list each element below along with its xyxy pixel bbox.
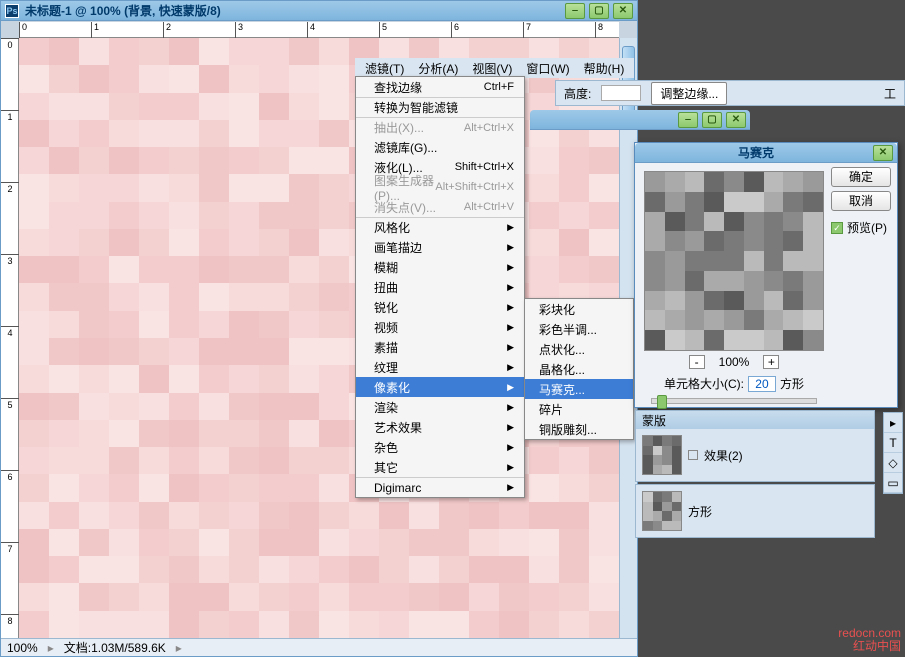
titlebar[interactable]: Ps 未标题-1 @ 100% (背景, 快速蒙版/8) ‒ ▢ ✕	[1, 1, 637, 21]
status-bar: 100% ▸ 文档:1.03M/589.6K ▸	[1, 638, 637, 656]
menu-item[interactable]: 转换为智能滤镜	[356, 97, 524, 117]
zoom-in-button[interactable]: +	[763, 355, 779, 369]
preview-area[interactable]	[644, 171, 824, 351]
layer-thumbnail[interactable]	[642, 491, 682, 531]
menu-item[interactable]: 模糊▶	[356, 257, 524, 277]
dialog-title: 马赛克	[639, 144, 873, 161]
cell-size-label: 单元格大小(C):	[664, 375, 744, 392]
tool-type-icon[interactable]: T	[884, 433, 902, 453]
app-icon: Ps	[5, 4, 19, 18]
checkbox-icon[interactable]	[688, 450, 698, 460]
submenu-item[interactable]: 彩色半调...	[525, 319, 633, 339]
menu-item[interactable]: 杂色▶	[356, 437, 524, 457]
height-input[interactable]	[601, 85, 641, 101]
cell-size-input[interactable]	[748, 376, 776, 392]
tool-arrow-icon[interactable]: ▸	[884, 413, 902, 433]
maximize-button[interactable]: ▢	[702, 112, 722, 128]
layer-unit: 方形	[688, 503, 712, 520]
menu-item[interactable]: 素描▶	[356, 337, 524, 357]
document-title: 未标题-1 @ 100% (背景, 快速蒙版/8)	[25, 2, 565, 19]
document-window-2: ‒ ▢ ✕	[530, 110, 750, 136]
check-icon: ✓	[831, 222, 843, 234]
pixelate-submenu: 彩块化彩色半调...点状化...晶格化...马赛克...碎片铜版雕刻...	[524, 298, 634, 440]
layer-panel: 方形	[635, 484, 875, 538]
cancel-button[interactable]: 取消	[831, 191, 891, 211]
submenu-item[interactable]: 马赛克...	[525, 379, 633, 399]
preview-checkbox[interactable]: ✓ 预览(P)	[831, 219, 891, 236]
slider-thumb[interactable]	[657, 395, 667, 409]
zoom-level[interactable]: 100%	[7, 641, 38, 655]
dialog-close-button[interactable]: ✕	[873, 145, 893, 161]
submenu-item[interactable]: 碎片	[525, 399, 633, 419]
height-label: 高度:	[564, 85, 591, 102]
mosaic-dialog: 马赛克 ✕ - 100% + 单元格大小(C): 方形 确定 取消 ✓ 预览(P…	[634, 142, 898, 408]
preview-label: 预览(P)	[847, 219, 887, 236]
menu-item[interactable]: 窗口(W)	[520, 58, 575, 79]
minimize-button[interactable]: ‒	[565, 3, 585, 19]
zoom-out-button[interactable]: -	[689, 355, 705, 369]
refine-edge-button[interactable]: 调整边缘...	[651, 82, 727, 105]
close-button[interactable]: ✕	[613, 3, 633, 19]
options-bar: 高度: 调整边缘... 工	[555, 80, 905, 106]
filter-menu: 查找边缘Ctrl+F转换为智能滤镜抽出(X)...Alt+Ctrl+X滤镜库(G…	[355, 76, 525, 498]
menu-item[interactable]: 艺术效果▶	[356, 417, 524, 437]
menu-item[interactable]: Digimarc▶	[356, 477, 524, 497]
close-button[interactable]: ✕	[726, 112, 746, 128]
menu-item[interactable]: 锐化▶	[356, 297, 524, 317]
minimize-button[interactable]: ‒	[678, 112, 698, 128]
tool-lasso-icon[interactable]: ◇	[884, 453, 902, 473]
menu-item[interactable]: 扭曲▶	[356, 277, 524, 297]
menu-item: 抽出(X)...Alt+Ctrl+X	[356, 117, 524, 137]
mask-panel: 蒙版 效果(2)	[635, 410, 875, 482]
menu-item: 图案生成器(P)...Alt+Shift+Ctrl+X	[356, 177, 524, 197]
layer-label[interactable]: 效果(2)	[704, 447, 743, 464]
ok-button[interactable]: 确定	[831, 167, 891, 187]
submenu-item[interactable]: 晶格化...	[525, 359, 633, 379]
submenu-item[interactable]: 点状化...	[525, 339, 633, 359]
menu-item[interactable]: 其它▶	[356, 457, 524, 477]
menu-item[interactable]: 画笔描边▶	[356, 237, 524, 257]
menu-bar: 滤镜(T)分析(A)视图(V)窗口(W)帮助(H)	[355, 58, 634, 78]
tool-strip: ▸ T ◇ ▭	[883, 412, 903, 494]
panels: 蒙版 效果(2) 方形	[635, 410, 875, 540]
horizontal-ruler: 012345678	[19, 22, 619, 38]
dialog-titlebar[interactable]: 马赛克 ✕	[635, 143, 897, 163]
menu-item[interactable]: 滤镜库(G)...	[356, 137, 524, 157]
panel-header[interactable]: 蒙版	[636, 411, 874, 429]
menu-item[interactable]: 像素化▶	[356, 377, 524, 397]
watermark: redocn.com 红动中国	[838, 627, 901, 653]
menu-item[interactable]: 帮助(H)	[578, 58, 631, 79]
submenu-item[interactable]: 铜版雕刻...	[525, 419, 633, 439]
menu-item[interactable]: 风格化▶	[356, 217, 524, 237]
menu-item: 消失点(V)...Alt+Ctrl+V	[356, 197, 524, 217]
maximize-button[interactable]: ▢	[589, 3, 609, 19]
submenu-item[interactable]: 彩块化	[525, 299, 633, 319]
doc-info: 文档:1.03M/589.6K	[64, 639, 166, 656]
cell-size-unit: 方形	[780, 375, 804, 392]
zoom-value: 100%	[719, 355, 750, 369]
menu-item[interactable]: 渲染▶	[356, 397, 524, 417]
mask-thumbnail[interactable]	[642, 435, 682, 475]
tool-icon: 工	[884, 85, 896, 102]
cell-size-slider[interactable]	[651, 398, 817, 404]
vertical-ruler: 012345678	[1, 38, 19, 638]
menu-item[interactable]: 视频▶	[356, 317, 524, 337]
menu-item[interactable]: 纹理▶	[356, 357, 524, 377]
menu-item[interactable]: 查找边缘Ctrl+F	[356, 77, 524, 97]
tool-note-icon[interactable]: ▭	[884, 473, 902, 493]
